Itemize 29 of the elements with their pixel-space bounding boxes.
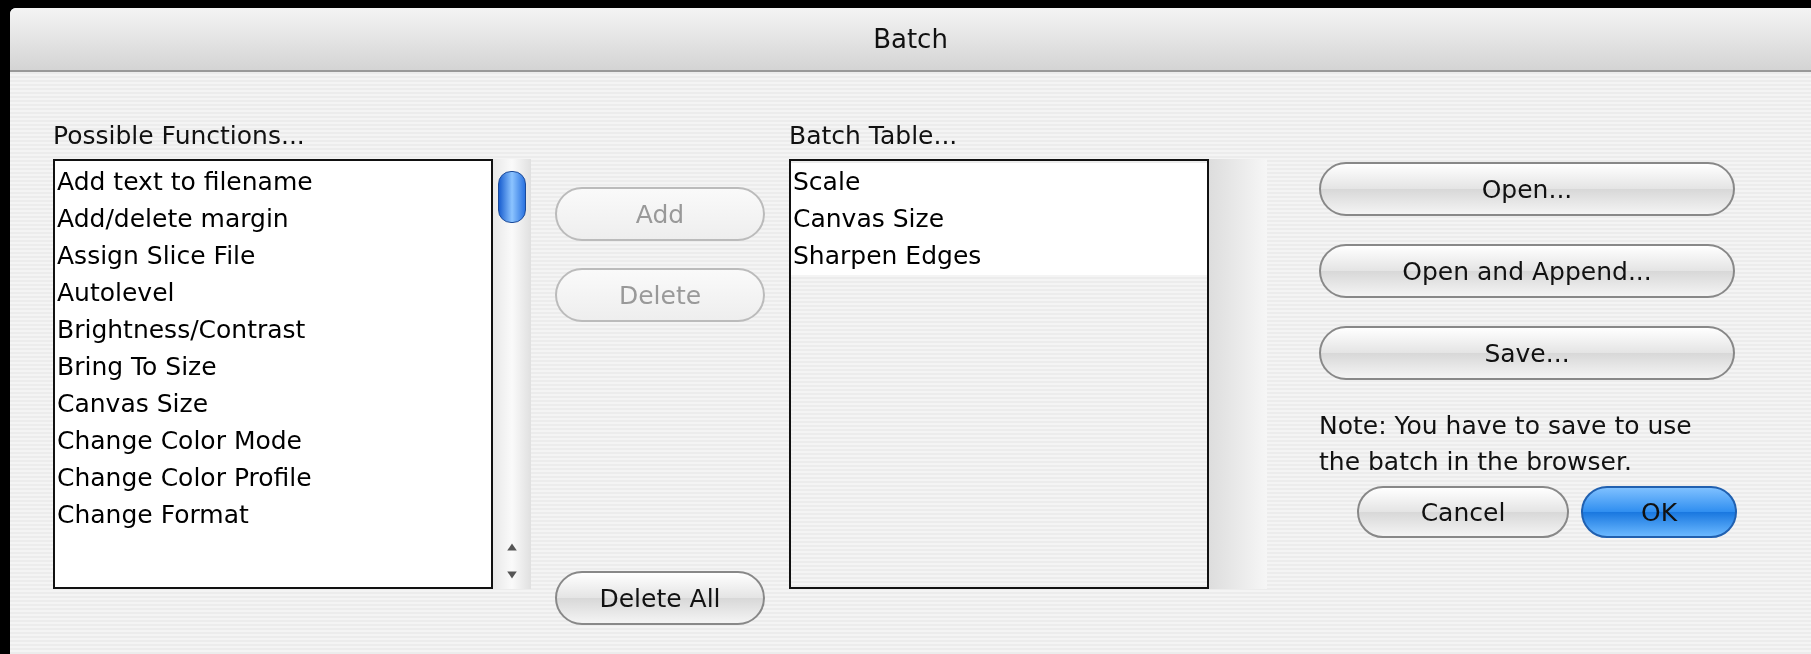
batch-list[interactable]: Scale Canvas Size Sharpen Edges <box>789 159 1209 589</box>
list-item[interactable]: Assign Slice File <box>55 237 491 274</box>
list-label: Batch Table... <box>789 120 959 152</box>
list-item[interactable]: Canvas Size <box>55 385 491 422</box>
dialog-button[interactable]: OK <box>1581 486 1737 538</box>
file-button[interactable]: Open and Append... <box>1319 244 1735 298</box>
scrollbar[interactable] <box>493 159 531 589</box>
dialog-button[interactable]: Cancel <box>1357 486 1569 538</box>
action-button[interactable]: Delete All <box>555 571 765 625</box>
list-item[interactable]: Sharpen Edges <box>791 237 1207 274</box>
list-item[interactable]: Change Color Profile <box>55 459 491 496</box>
list-item[interactable]: Canvas Size <box>791 200 1207 237</box>
scroll-up-arrow-icon[interactable] <box>506 541 518 553</box>
file-button[interactable]: Open... <box>1319 162 1735 216</box>
list-item[interactable]: Brightness/Contrast <box>55 311 491 348</box>
list-label: Possible Functions... <box>53 120 306 152</box>
file-button[interactable]: Save... <box>1319 326 1735 380</box>
note-text: Note: You have to save to use the batch in the browser. <box>1319 410 1693 478</box>
list-item[interactable]: Change Format <box>55 496 491 533</box>
list-item[interactable]: Change Color Mode <box>55 422 491 459</box>
window-title: Batch <box>873 24 948 54</box>
functions-list[interactable]: Add text to filename Add/delete margin Assign Slice File Autolevel Brightness/Contrast Bring To Size Canvas Size Change Color Mode Change Color Profile Change Format <box>53 159 493 589</box>
list-item[interactable]: Scale <box>791 163 1207 200</box>
list-item[interactable]: Bring To Size <box>55 348 491 385</box>
list-item[interactable]: Autolevel <box>55 274 491 311</box>
scroll-thumb[interactable] <box>498 171 526 223</box>
list-item[interactable]: Add text to filename <box>55 163 491 200</box>
scroll-down-arrow-icon[interactable] <box>506 569 518 581</box>
list-item[interactable]: Add/delete margin <box>55 200 491 237</box>
